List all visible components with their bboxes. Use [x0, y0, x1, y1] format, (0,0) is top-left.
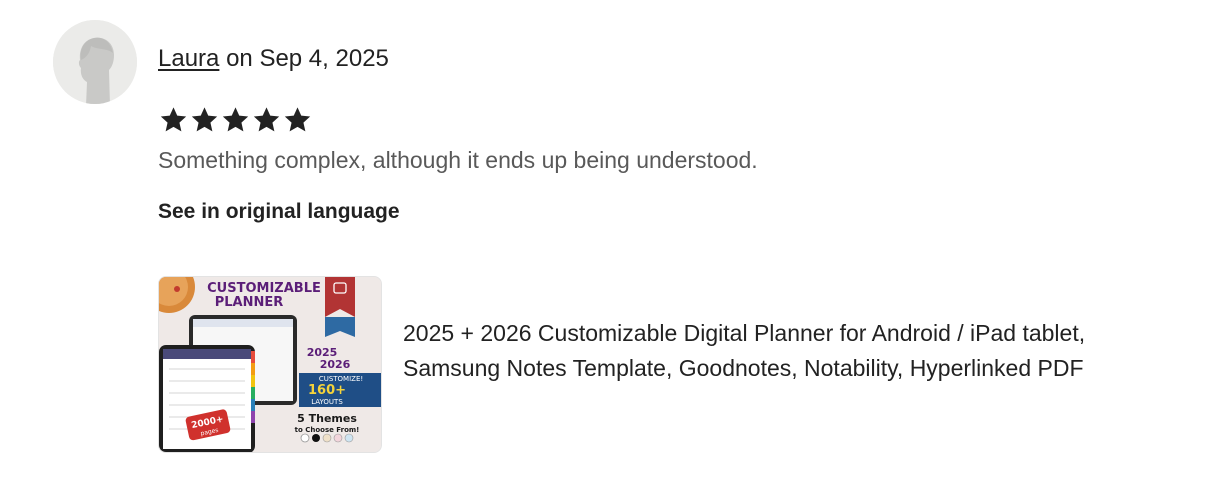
thumb-heading-1: CUSTOMIZABLE [207, 281, 321, 296]
thumb-customize-label: CUSTOMIZE! [319, 375, 363, 383]
reviewer-name-link[interactable]: Laura [158, 45, 219, 72]
listing-thumbnail[interactable]: CUSTOMIZABLE PLANNER 2025 2026 CUSTOMIZE… [158, 276, 382, 453]
listing-title-link[interactable]: 2025 + 2026 Customizable Digital Planner… [403, 316, 1163, 386]
review-text: Something complex, although it ends up b… [158, 147, 758, 173]
thumb-themes-1: 5 Themes [297, 412, 357, 425]
person-silhouette-icon [53, 20, 137, 104]
reviewer-avatar[interactable] [53, 20, 137, 104]
star-icon [284, 107, 311, 132]
star-icon [222, 107, 249, 132]
star-icon [253, 107, 280, 132]
star-icon [160, 107, 187, 132]
review-byline: Laura on Sep 4, 2025 [158, 44, 389, 74]
thumb-years-2: 2026 [320, 358, 351, 371]
thumb-layouts-count: 160+ [308, 383, 346, 398]
thumb-heading-2: PLANNER [215, 295, 284, 310]
review-date: Sep 4, 2025 [259, 45, 389, 72]
see-original-language-button[interactable]: See in original language [158, 198, 400, 226]
review-card: Laura on Sep 4, 2025 Something complex, … [0, 0, 1210, 493]
thumb-layouts-label: LAYOUTS [311, 398, 343, 406]
thumb-themes-2: to Choose From! [295, 426, 360, 434]
star-rating [158, 100, 313, 140]
planner-product-image: CUSTOMIZABLE PLANNER 2025 2026 CUSTOMIZE… [159, 277, 381, 452]
date-prefix: on [226, 45, 253, 72]
star-icon [191, 107, 218, 132]
